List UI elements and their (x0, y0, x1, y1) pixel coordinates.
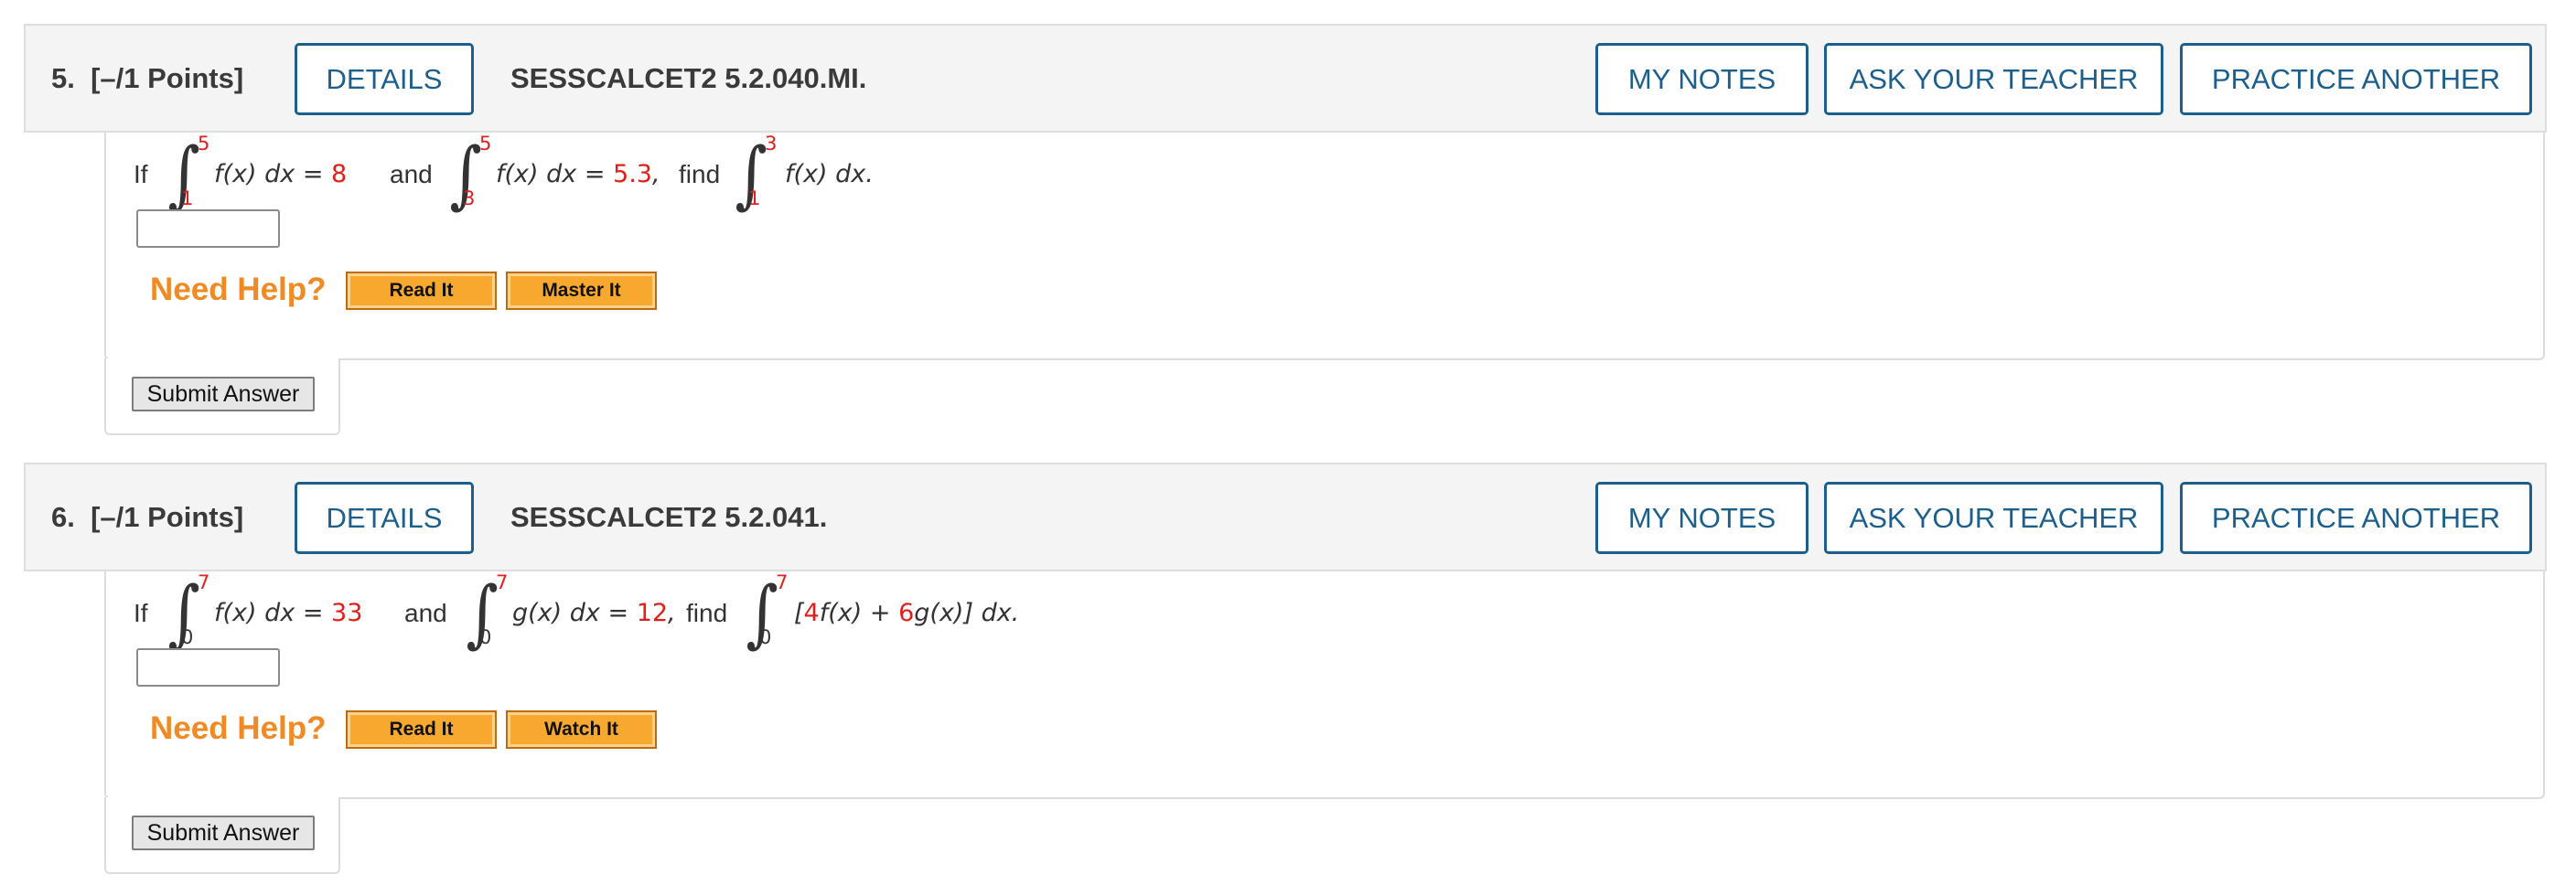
read-it-button[interactable]: Read It (346, 272, 497, 310)
submit-area: Submit Answer (104, 358, 340, 435)
submit-answer-button[interactable]: Submit Answer (132, 377, 315, 411)
question-number: 5. [–/1 Points] (51, 62, 244, 94)
details-button[interactable]: DETAILS (295, 482, 474, 554)
read-it-button[interactable]: Read It (346, 710, 497, 749)
prompt-and: and (404, 599, 447, 627)
answer-input[interactable] (136, 648, 280, 687)
ask-your-teacher-button[interactable]: ASK YOUR TEACHER (1824, 482, 2163, 554)
submit-area: Submit Answer (104, 797, 340, 874)
question-prompt: If ∫ 7 0 f(x) dx = 33 and ∫ 7 0 g(x) dx … (134, 571, 2420, 663)
question-body: If ∫ 7 0 f(x) dx = 33 and ∫ 7 0 g(x) dx … (104, 571, 2545, 799)
prompt-find: find (686, 599, 728, 627)
question-code: SESSCALCET2 5.2.040.MI. (510, 62, 867, 94)
integral-lower-limit: 3 (463, 187, 476, 209)
details-button[interactable]: DETAILS (295, 43, 474, 115)
integral-lower-limit: 1 (748, 187, 761, 209)
answer-input[interactable] (136, 209, 280, 248)
integral-lower-limit: 0 (479, 626, 492, 648)
prompt-if: If (134, 599, 148, 627)
question-code: SESSCALCET2 5.2.041. (510, 501, 828, 533)
question-prompt: If ∫ 5 1 f(x) dx = 8 and ∫ 5 3 f(x) dx =… (134, 133, 2420, 224)
integral-expression: f(x) dx = 33 (214, 599, 363, 627)
integral-expression: f(x) dx. (785, 160, 874, 188)
question-header: 5. [–/1 Points] DETAILS SESSCALCET2 5.2.… (24, 24, 2547, 133)
prompt-if: If (134, 160, 148, 188)
question-header: 6. [–/1 Points] DETAILS SESSCALCET2 5.2.… (24, 463, 2547, 571)
prompt-and: and (390, 160, 433, 188)
integral-lower-limit: 0 (759, 626, 772, 648)
integral-upper-limit: 7 (198, 571, 210, 593)
my-notes-button[interactable]: MY NOTES (1595, 482, 1809, 554)
integral-lower-limit: 1 (181, 187, 194, 209)
need-help-label: Need Help? (150, 710, 327, 746)
need-help-label: Need Help? (150, 272, 327, 307)
integral-upper-limit: 3 (765, 133, 778, 155)
prompt-find: find (679, 160, 721, 188)
master-it-button[interactable]: Master It (506, 272, 657, 310)
integral-expression: g(x) dx = 12, (512, 599, 676, 627)
integral-expression: f(x) dx = 5.3, (496, 160, 660, 188)
integral-upper-limit: 7 (776, 571, 789, 593)
integral-upper-limit: 5 (198, 133, 210, 155)
integral-upper-limit: 5 (479, 133, 492, 155)
ask-your-teacher-button[interactable]: ASK YOUR TEACHER (1824, 43, 2163, 115)
watch-it-button[interactable]: Watch It (506, 710, 657, 749)
integral-expression: [4f(x) + 6g(x)] dx. (794, 599, 1020, 627)
practice-another-button[interactable]: PRACTICE ANOTHER (2180, 482, 2532, 554)
integral-lower-limit: 0 (181, 626, 194, 648)
question-body: If ∫ 5 1 f(x) dx = 8 and ∫ 5 3 f(x) dx =… (104, 133, 2545, 360)
practice-another-button[interactable]: PRACTICE ANOTHER (2180, 43, 2532, 115)
my-notes-button[interactable]: MY NOTES (1595, 43, 1809, 115)
integral-expression: f(x) dx = 8 (214, 160, 348, 188)
question-number: 6. [–/1 Points] (51, 501, 244, 533)
integral-upper-limit: 7 (496, 571, 509, 593)
submit-answer-button[interactable]: Submit Answer (132, 816, 315, 850)
